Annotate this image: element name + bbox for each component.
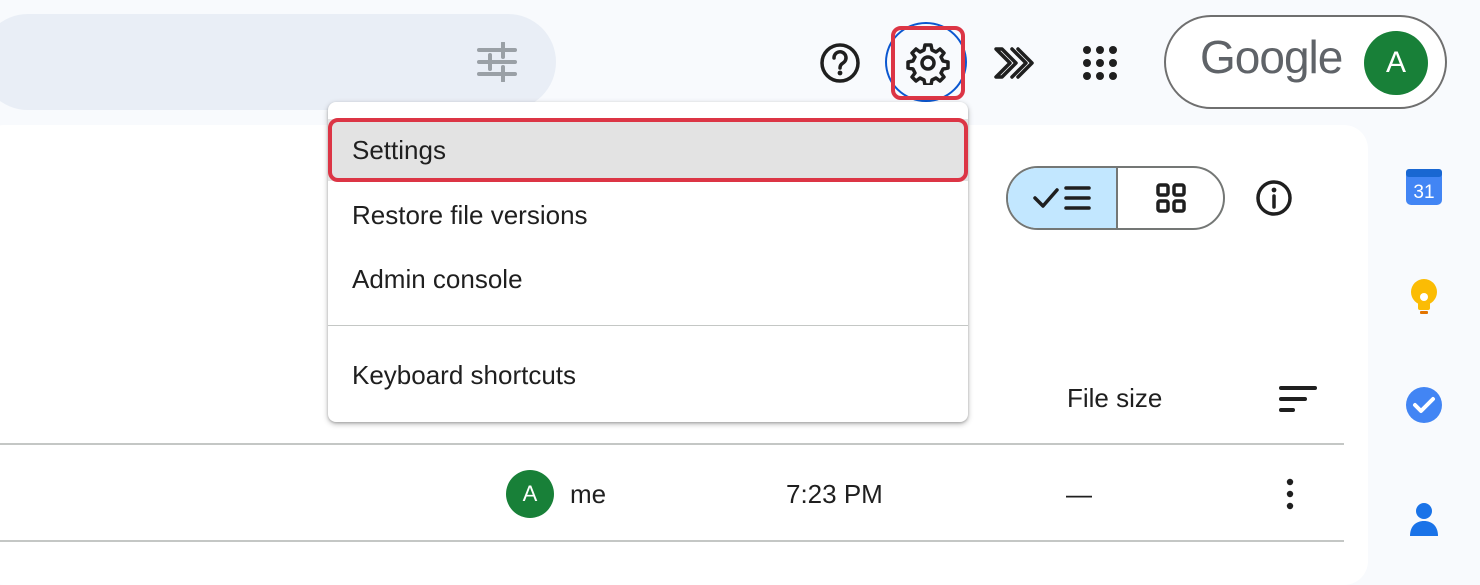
header-divider bbox=[0, 443, 1344, 445]
filter-icon[interactable] bbox=[476, 42, 518, 82]
keep-icon[interactable] bbox=[1402, 273, 1446, 317]
menu-item-restore-file-versions[interactable]: Restore file versions bbox=[328, 184, 968, 246]
apps-button[interactable] bbox=[1074, 37, 1126, 89]
help-icon bbox=[820, 43, 860, 83]
calendar-day-label: 31 bbox=[1413, 182, 1434, 203]
gemini-icon bbox=[994, 47, 1034, 79]
calendar-icon[interactable]: 31 bbox=[1402, 165, 1446, 209]
info-icon bbox=[1256, 180, 1292, 216]
contacts-icon[interactable] bbox=[1402, 496, 1446, 540]
settings-button-highlight bbox=[891, 26, 965, 100]
grid-icon bbox=[1155, 183, 1186, 213]
row-divider bbox=[0, 540, 1344, 542]
grid-view-button[interactable] bbox=[1118, 168, 1223, 228]
row-owner: me bbox=[570, 479, 607, 509]
menu-divider bbox=[328, 325, 968, 326]
sort-icon[interactable] bbox=[1278, 384, 1318, 414]
row-modified: 7:23 PM bbox=[786, 479, 883, 509]
settings-item-highlight bbox=[328, 118, 968, 182]
menu-item-admin-console[interactable]: Admin console bbox=[328, 248, 968, 310]
details-button[interactable] bbox=[1250, 174, 1298, 222]
menu-item-keyboard-shortcuts[interactable]: Keyboard shortcuts bbox=[328, 344, 968, 406]
owner-avatar: A bbox=[506, 470, 554, 518]
google-logo: Google bbox=[1200, 31, 1343, 83]
apps-grid-icon bbox=[1083, 46, 1117, 80]
account-avatar[interactable]: A bbox=[1364, 31, 1428, 95]
search-bar[interactable] bbox=[0, 14, 556, 110]
tasks-icon[interactable] bbox=[1402, 383, 1446, 427]
help-button[interactable] bbox=[814, 37, 866, 89]
column-header-file-size[interactable]: File size bbox=[1067, 383, 1162, 414]
gemini-button[interactable] bbox=[989, 37, 1041, 89]
more-actions-icon[interactable] bbox=[1274, 474, 1306, 514]
list-view-button[interactable] bbox=[1008, 168, 1118, 228]
row-file-size: — bbox=[1066, 479, 1092, 509]
view-toggle[interactable] bbox=[1006, 166, 1225, 230]
check-list-icon bbox=[1033, 186, 1091, 210]
